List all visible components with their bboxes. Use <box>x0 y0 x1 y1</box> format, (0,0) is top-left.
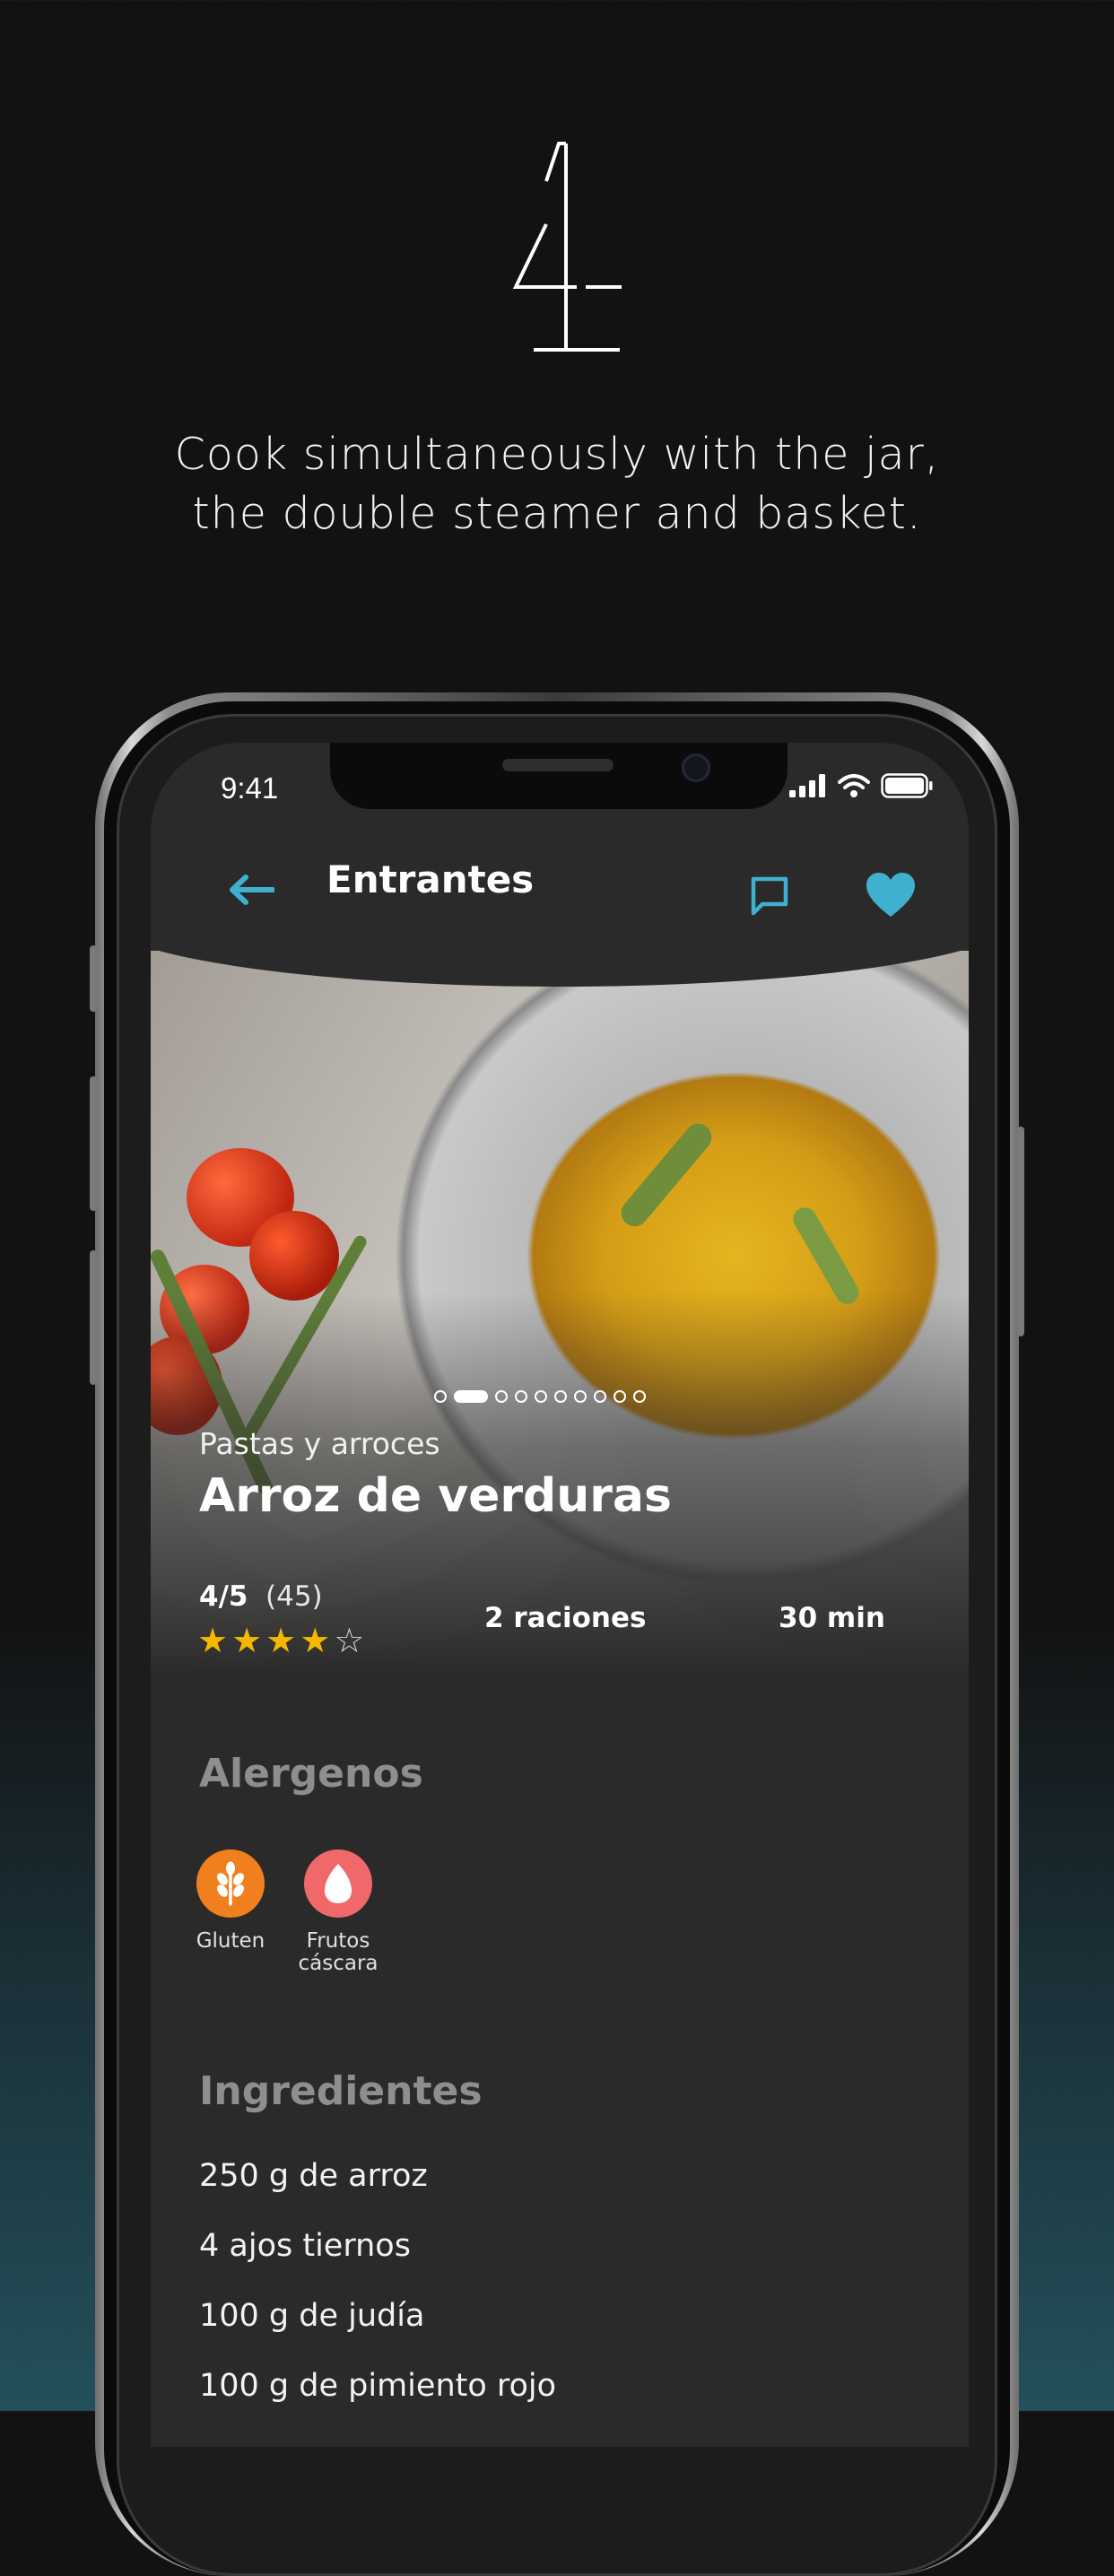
recipe-title: Arroz de verduras <box>199 1469 672 1523</box>
wifi-icon <box>838 774 870 797</box>
rating-stars[interactable]: ★ ★ ★ ★ ☆ <box>197 1623 364 1658</box>
carousel-dot[interactable] <box>434 1390 447 1403</box>
mute-switch <box>90 945 97 1012</box>
cook-time: 30 min <box>779 1602 885 1634</box>
volume-down-button <box>90 1250 97 1385</box>
step-number-four-glyph <box>512 142 622 352</box>
allergens-heading: Alergenos <box>199 1751 423 1797</box>
carousel-dot[interactable] <box>594 1390 606 1403</box>
ingredient-item: 100 g de pimiento rojo <box>199 2368 557 2404</box>
front-camera <box>682 753 710 782</box>
step-number <box>0 126 1114 368</box>
carousel-dot[interactable] <box>614 1390 626 1403</box>
phone-screen: 9:41 Entrantes Pastas y arroces Arroz de… <box>151 743 969 2447</box>
signal-icon <box>789 774 825 797</box>
carousel-dot[interactable] <box>574 1390 587 1403</box>
star-filled-icon[interactable]: ★ <box>300 1623 330 1658</box>
ingredients-heading: Ingredientes <box>199 2068 483 2114</box>
carousel-dot[interactable] <box>535 1390 547 1403</box>
ingredient-item: 250 g de arroz <box>199 2158 428 2194</box>
ingredient-item: 4 ajos tiernos <box>199 2228 411 2264</box>
carousel-dot[interactable] <box>633 1390 646 1403</box>
nut-icon <box>325 1864 352 1903</box>
back-arrow-icon[interactable] <box>228 874 274 906</box>
status-time: 9:41 <box>221 771 279 805</box>
carousel-dot[interactable] <box>515 1390 527 1403</box>
battery-icon <box>881 773 933 798</box>
volume-up-button <box>90 1076 97 1211</box>
star-empty-icon[interactable]: ☆ <box>334 1623 364 1658</box>
allergen-nuts[interactable]: Frutos cáscara <box>271 1849 405 1975</box>
nav-bar: Entrantes <box>151 825 969 951</box>
allergen-circle <box>304 1849 372 1918</box>
power-button <box>1017 1127 1024 1336</box>
star-filled-icon[interactable]: ★ <box>231 1623 262 1658</box>
speaker <box>502 759 614 771</box>
tagline-line-2: the double steamer and basket. <box>192 488 922 539</box>
rating-value: 4/5 <box>199 1580 248 1613</box>
carousel-dot[interactable] <box>454 1390 488 1403</box>
recipe-category: Pastas y arroces <box>199 1426 440 1461</box>
carousel-indicator[interactable] <box>434 1390 646 1403</box>
carousel-dot[interactable] <box>495 1390 508 1403</box>
servings: 2 raciones <box>484 1602 647 1634</box>
star-filled-icon[interactable]: ★ <box>197 1623 228 1658</box>
allergen-label: Frutos cáscara <box>298 1929 379 1975</box>
rating-count: (45) <box>265 1580 323 1613</box>
heart-icon[interactable] <box>865 872 917 920</box>
tagline-line-1: Cook simultaneously with the jar, <box>174 429 940 480</box>
comment-icon[interactable] <box>748 874 791 917</box>
allergen-circle <box>196 1849 265 1918</box>
hero-curve <box>151 951 969 987</box>
ingredient-item: 100 g de judía <box>199 2298 425 2334</box>
carousel-dot[interactable] <box>554 1390 567 1403</box>
wheat-icon <box>217 1861 244 1906</box>
nav-title: Entrantes <box>326 857 535 901</box>
promo-tagline: Cook simultaneously with the jar, the do… <box>0 425 1114 544</box>
status-icons <box>789 773 933 798</box>
notch <box>330 743 788 809</box>
herb-decoration <box>615 1118 718 1232</box>
star-filled-icon[interactable]: ★ <box>265 1623 296 1658</box>
recipe-hero-image[interactable] <box>151 951 969 1677</box>
